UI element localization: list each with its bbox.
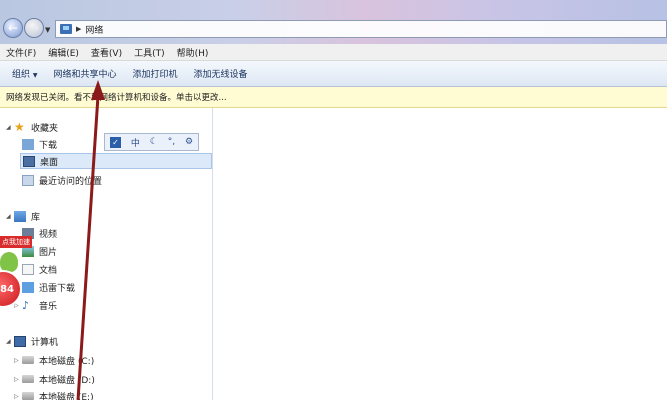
arrow-shaft (76, 95, 100, 400)
annotation-arrow (76, 80, 105, 400)
arrow-head (91, 80, 105, 100)
